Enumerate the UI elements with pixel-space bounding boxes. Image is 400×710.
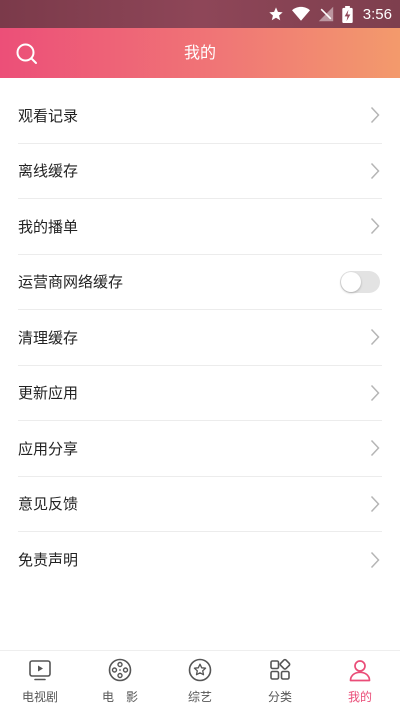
menu-item-label: 更新应用 [18,384,79,403]
menu-item-label: 意见反馈 [18,495,79,514]
menu-item-offline-cache[interactable]: 离线缓存 [18,144,382,199]
tv-icon [29,660,51,681]
menu-item-disclaimer[interactable]: 免责声明 [18,532,382,588]
grid-icon [270,658,291,680]
tab-mine[interactable]: 我的 [320,651,400,710]
menu-item-label: 免责声明 [18,551,79,570]
tab-label: 分类 [267,690,292,704]
chevron-right-icon [370,329,380,346]
menu-item-feedback[interactable]: 意见反馈 [18,477,382,532]
app-header: 我的 [0,28,400,78]
chevron-right-icon [370,495,380,512]
film-reel-icon [108,658,132,682]
star-icon [269,7,283,21]
tab-movies[interactable]: 电 影 [80,651,160,710]
tab-variety[interactable]: 综艺 [160,651,240,710]
chevron-right-icon [370,551,380,568]
page-title: 我的 [183,43,216,62]
tab-label: 我的 [347,690,372,704]
carrier-cache-toggle[interactable] [340,270,380,293]
status-icons: 3:56 [268,4,392,24]
menu-item-watch-history[interactable]: 观看记录 [18,88,382,144]
toggle-knob [341,271,361,292]
menu-item-label: 运营商网络缓存 [18,273,124,292]
no-signal-icon [318,6,333,22]
person-icon [349,660,371,682]
tab-label: 综艺 [187,690,212,704]
bottom-tab-bar: 电视剧 电 影 综艺 分类 我的 [0,650,400,710]
settings-menu: 观看记录 离线缓存 我的播单 运营商网络缓存 清理缓存 更新应用 应用分享 意见… [0,88,400,588]
menu-item-share-app[interactable]: 应用分享 [18,421,382,477]
menu-item-clear-cache[interactable]: 清理缓存 [18,310,382,366]
menu-item-label: 离线缓存 [18,162,79,181]
chevron-right-icon [370,440,380,457]
chevron-right-icon [370,107,380,124]
menu-item-update-app[interactable]: 更新应用 [18,366,382,421]
wifi-icon [291,6,310,21]
chevron-right-icon [370,218,380,235]
chevron-right-icon [370,162,380,179]
menu-item-label: 观看记录 [18,106,79,125]
menu-item-label: 我的播单 [18,217,79,236]
menu-item-my-playlist[interactable]: 我的播单 [18,199,382,255]
tab-label: 电视剧 [21,690,58,704]
chevron-right-icon [370,384,380,401]
tab-tv-series[interactable]: 电视剧 [0,651,80,710]
menu-item-label: 应用分享 [18,439,79,458]
star-circle-icon [188,658,212,682]
status-bar: 3:56 [0,0,400,28]
menu-item-label: 清理缓存 [18,328,79,347]
menu-item-carrier-network-cache: 运营商网络缓存 [18,255,382,310]
status-clock: 3:56 [362,5,392,23]
tab-categories[interactable]: 分类 [240,651,320,710]
tab-label: 电 影 [101,690,138,704]
battery-charging-icon [342,5,353,23]
